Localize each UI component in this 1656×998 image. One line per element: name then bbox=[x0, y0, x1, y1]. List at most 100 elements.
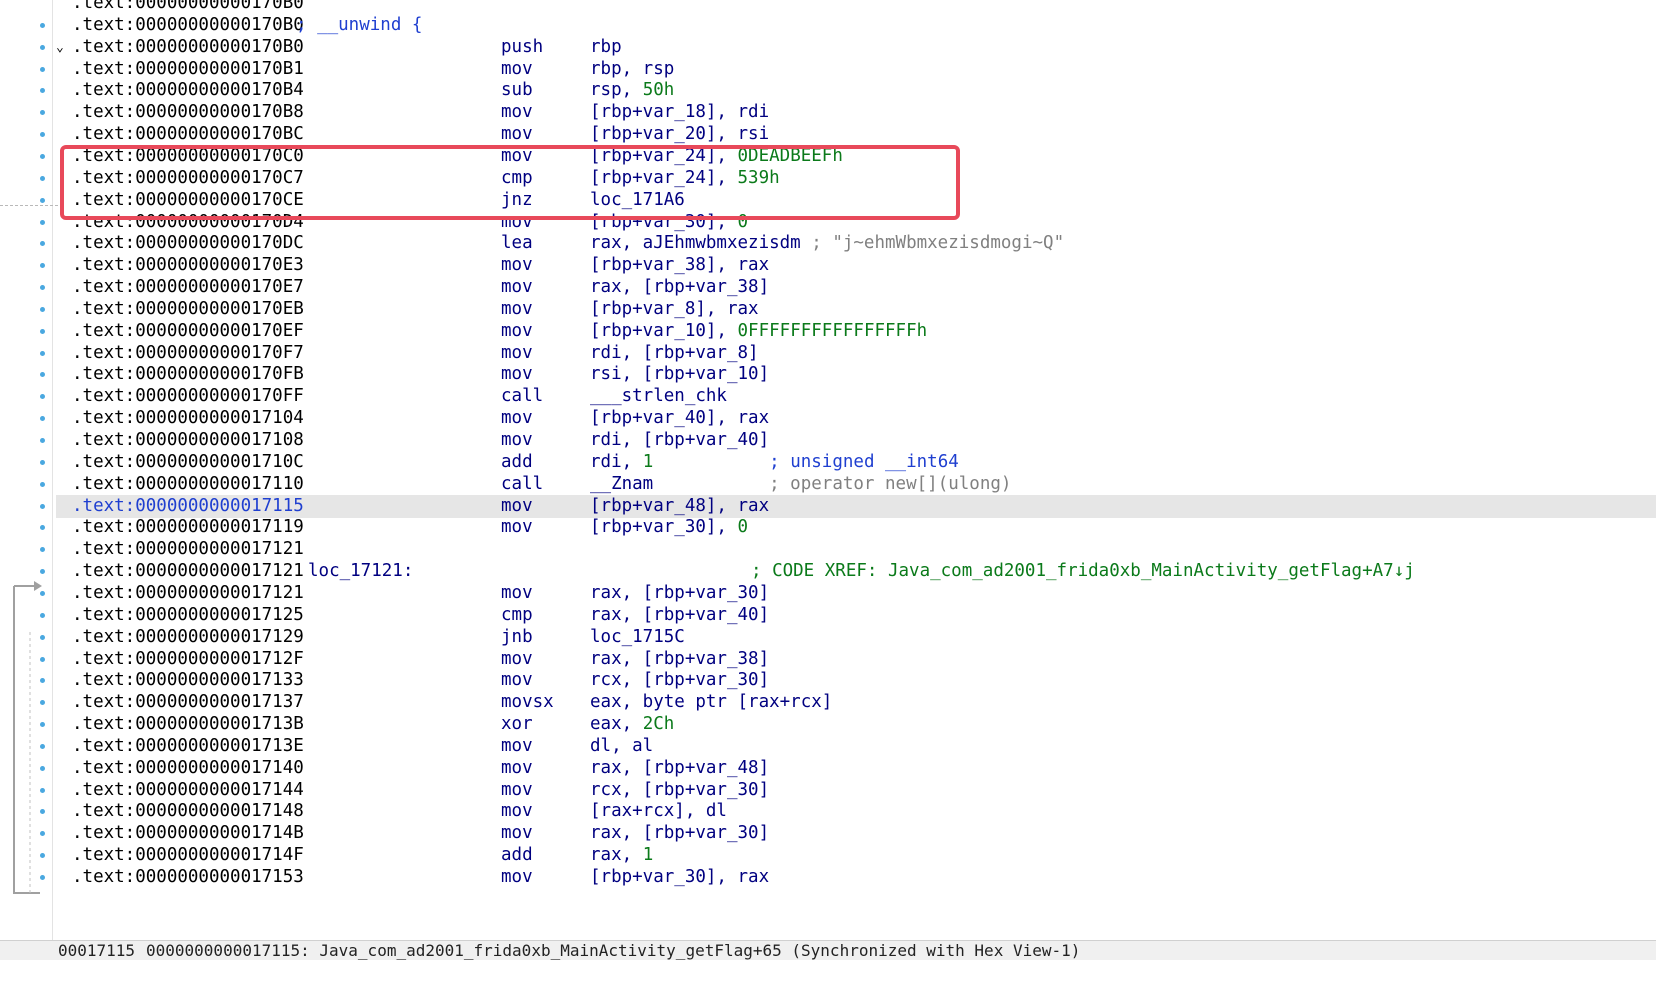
code-line[interactable]: .text:00000000000170BC mov [rbp+var_20], r… bbox=[56, 123, 1656, 146]
instruction-operands: [rbp+var_10], 0FFFFFFFFFFFFFFFFh bbox=[590, 320, 928, 341]
line-address: .text:0000000000017133 bbox=[72, 670, 304, 691]
instruction-operands: [rbp+var_18], rdi bbox=[590, 102, 770, 123]
instruction-mnemonic: mov bbox=[501, 298, 533, 319]
line-address: .text:0000000000017137 bbox=[72, 692, 304, 713]
line-address: .text:00000000000170B1 bbox=[72, 58, 304, 79]
code-line[interactable]: .text:0000000000017137 movsx eax, byte ptr… bbox=[56, 691, 1656, 714]
instruction-mnemonic: cmp bbox=[501, 604, 533, 625]
status-text: 0000000000017115: Java_com_ad2001_frida0… bbox=[146, 941, 1081, 960]
line-address: .text:00000000000170BC bbox=[72, 124, 304, 145]
line-address: .text:00000000000170E3 bbox=[72, 255, 304, 276]
code-line[interactable]: .text:00000000000170EB mov [rbp+var_8], ra… bbox=[56, 298, 1656, 321]
code-line[interactable]: .text:0000000000017104 mov [rbp+var_40], r… bbox=[56, 407, 1656, 430]
instruction-mnemonic: mov bbox=[501, 867, 533, 887]
line-address: .text:0000000000017140 bbox=[72, 757, 304, 778]
instruction-operands: [rax+rcx], dl bbox=[590, 801, 727, 822]
code-line[interactable]: .text:00000000000170B1 mov rbp, rsp bbox=[56, 58, 1656, 81]
line-address: .text:000000000001713E bbox=[72, 735, 304, 756]
instruction-mnemonic: mov bbox=[501, 495, 533, 516]
code-line[interactable]: .text:00000000000170FB mov rsi, [rbp+var_1… bbox=[56, 363, 1656, 386]
line-address: .text:00000000000170FB bbox=[72, 364, 304, 385]
code-line[interactable]: .text:000000000001713B xor eax, 2Ch bbox=[56, 713, 1656, 736]
code-line[interactable]: .text:0000000000017121 mov rax, [rbp+var_3… bbox=[56, 582, 1656, 605]
line-address: .text:00000000000170FF bbox=[72, 386, 304, 407]
instruction-mnemonic: movsx bbox=[501, 692, 554, 713]
code-line[interactable]: .text:0000000000017125 cmp rax, [rbp+var_4… bbox=[56, 604, 1656, 627]
code-line[interactable]: .text:00000000000170E7 mov rax, [rbp+var_3… bbox=[56, 276, 1656, 299]
code-line[interactable]: .text:0000000000017115 mov [rbp+var_48], r… bbox=[56, 494, 1656, 518]
code-line[interactable]: .text:00000000000170B8 mov [rbp+var_18], r… bbox=[56, 101, 1656, 124]
instruction-operands: rax, [rbp+var_40] bbox=[590, 604, 770, 625]
code-line[interactable]: ⌄ .text:00000000000170B0 push rbp bbox=[56, 36, 1656, 59]
instruction-mnemonic: mov bbox=[501, 430, 533, 450]
instruction-mnemonic: mov bbox=[501, 277, 533, 298]
code-line[interactable]: .text:000000000001713E mov dl, al bbox=[56, 735, 1656, 758]
instruction-operands: rcx, [rbp+var_30] bbox=[590, 779, 770, 800]
instruction-operands: [rbp+var_48], rax bbox=[590, 495, 770, 516]
code-line[interactable]: .text:0000000000017153 mov [rbp+var_30], r… bbox=[56, 866, 1656, 889]
instruction-mnemonic: mov bbox=[501, 320, 533, 341]
instruction-operands: rbp bbox=[590, 36, 622, 57]
code-line[interactable]: .text:0000000000017108 mov rdi, [rbp+var_4… bbox=[56, 429, 1656, 452]
code-line[interactable]: .text:00000000000170E3 mov [rbp+var_38], r… bbox=[56, 254, 1656, 277]
code-line[interactable]: .text:000000000001710C add rdi, 1 ; unsign… bbox=[56, 451, 1656, 474]
instruction-mnemonic: lea bbox=[501, 233, 533, 254]
instruction-operands: rax, [rbp+var_38] bbox=[590, 277, 770, 298]
line-address: .text:0000000000017119 bbox=[72, 517, 304, 538]
instruction-operands: eax, 2Ch bbox=[590, 714, 675, 735]
instruction-mnemonic: mov bbox=[501, 779, 533, 800]
instruction-operands: rax, [rbp+var_30] bbox=[590, 823, 770, 844]
code-line[interactable]: .text:00000000000170B4 sub rsp, 50h bbox=[56, 79, 1656, 102]
code-line[interactable]: .text:000000000001714F add rax, 1 bbox=[56, 844, 1656, 867]
code-line[interactable]: .text:0000000000017133 mov rcx, [rbp+var_3… bbox=[56, 669, 1656, 692]
instruction-mnemonic: add bbox=[501, 451, 533, 472]
status-offset: 00017115 bbox=[58, 941, 136, 960]
line-address: .text:000000000001710C bbox=[72, 451, 304, 472]
line-address: .text:00000000000170EB bbox=[72, 298, 304, 319]
line-comment: ; "j~ehmWbmxezisdmogi~Q" bbox=[800, 233, 1065, 254]
code-line[interactable]: .text:0000000000017121 bbox=[56, 538, 1656, 561]
code-line[interactable]: .text:0000000000017140 mov rax, [rbp+var_4… bbox=[56, 757, 1656, 780]
loop-arrow-line bbox=[13, 586, 40, 894]
highlight-box bbox=[60, 145, 960, 220]
instruction-mnemonic: sub bbox=[501, 80, 533, 101]
instruction-mnemonic: mov bbox=[501, 408, 533, 429]
line-address: .text:0000000000017148 bbox=[72, 801, 304, 822]
instruction-operands: dl, al bbox=[590, 735, 654, 756]
instruction-mnemonic: mov bbox=[501, 102, 533, 123]
code-line[interactable]: .text:0000000000017148 mov [rax+rcx], dl bbox=[56, 800, 1656, 823]
line-address: .text:0000000000017104 bbox=[72, 408, 304, 429]
instruction-mnemonic: mov bbox=[501, 801, 533, 822]
instruction-operands: loc_1715C bbox=[590, 626, 685, 647]
fold-toggle-icon[interactable]: ⌄ bbox=[56, 36, 68, 59]
instruction-mnemonic: mov bbox=[501, 342, 533, 363]
code-line[interactable]: .text:00000000000170FF call ___strlen_chk bbox=[56, 385, 1656, 408]
instruction-operands: rdi, [rbp+var_40] bbox=[590, 430, 770, 450]
code-line[interactable]: .text:00000000000170F7 mov rdi, [rbp+var_8… bbox=[56, 342, 1656, 365]
code-line[interactable]: .text:0000000000017119 mov [rbp+var_30], 0 bbox=[56, 516, 1656, 539]
line-address: .text:0000000000017121 bbox=[72, 539, 304, 560]
code-line[interactable]: .text:0000000000017121 loc_17121: ; CODE X… bbox=[56, 560, 1656, 583]
instruction-mnemonic: mov bbox=[501, 670, 533, 691]
code-line[interactable]: .text:0000000000017110 call __Znam ; opera… bbox=[56, 473, 1656, 496]
code-line[interactable]: .text:00000000000170B0 bbox=[56, 0, 1656, 15]
line-address: .text:0000000000017110 bbox=[72, 473, 304, 494]
instruction-operands: ___strlen_chk bbox=[590, 386, 727, 407]
instruction-operands: rax, [rbp+var_38] bbox=[590, 648, 770, 669]
section-separator bbox=[0, 205, 58, 206]
code-line[interactable]: .text:00000000000170EF mov [rbp+var_10], 0… bbox=[56, 320, 1656, 343]
code-line[interactable]: .text:000000000001714B mov rax, [rbp+var_3… bbox=[56, 822, 1656, 845]
instruction-operands: rsp, 50h bbox=[590, 80, 675, 101]
line-label: ; __unwind { bbox=[296, 14, 423, 35]
instruction-mnemonic: push bbox=[501, 36, 544, 57]
code-line[interactable]: .text:0000000000017129 jnb loc_1715C bbox=[56, 626, 1656, 649]
code-line[interactable]: .text:00000000000170DC lea rax, aJEhmwbmxe… bbox=[56, 232, 1656, 255]
instruction-operands: __Znam ; operator new[](ulong) bbox=[590, 473, 1012, 494]
code-line[interactable]: .text:0000000000017144 mov rcx, [rbp+var_3… bbox=[56, 779, 1656, 802]
line-address: .text:00000000000170B8 bbox=[72, 102, 304, 123]
line-address: .text:0000000000017129 bbox=[72, 626, 304, 647]
disassembly-view[interactable]: .text:00000000000170B0 .text:000000000001… bbox=[56, 0, 1656, 940]
code-line[interactable]: .text:00000000000170B0; __unwind { bbox=[56, 14, 1656, 37]
code-line[interactable]: .text:000000000001712F mov rax, [rbp+var_3… bbox=[56, 648, 1656, 671]
line-address: .text:0000000000017121 bbox=[72, 561, 304, 582]
